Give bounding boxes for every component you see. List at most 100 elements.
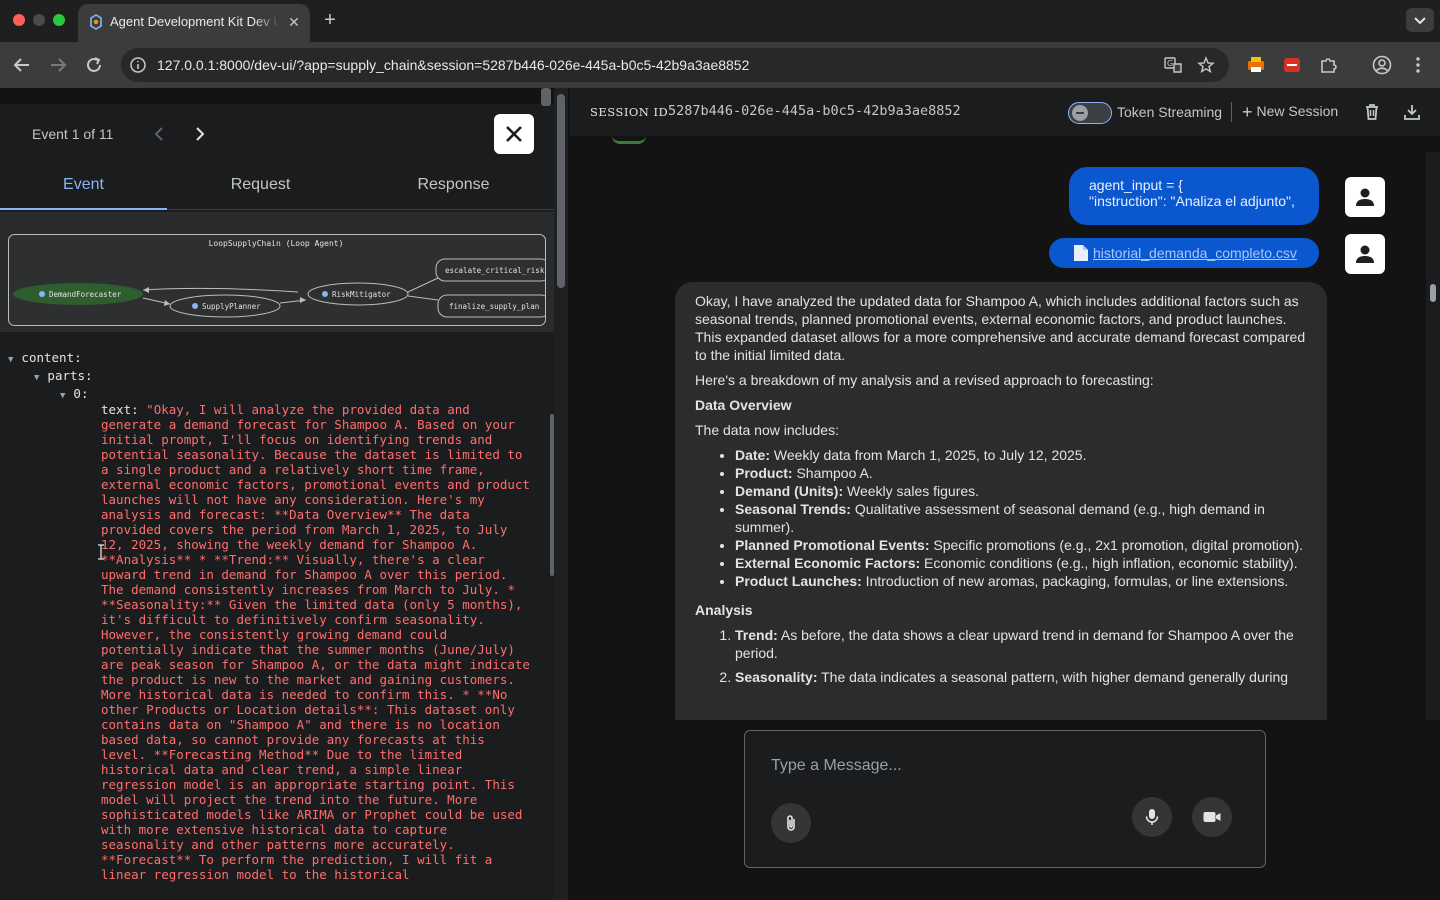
list-item: Trend: As before, the data shows a clear… [735, 626, 1307, 662]
window-minimize-button[interactable] [33, 14, 45, 26]
divider-scrollbar-thumb[interactable] [557, 94, 565, 288]
browser-menu-icon[interactable] [1407, 54, 1429, 76]
message-composer [744, 730, 1266, 868]
token-streaming-toggle[interactable] [1068, 102, 1112, 124]
event-counter: Event 1 of 11 [32, 126, 114, 142]
analysis-list: Trend: As before, the data shows a clear… [695, 626, 1307, 686]
svg-text:G: G [1167, 59, 1173, 68]
window-close-button[interactable] [13, 14, 25, 26]
list-item: Seasonality: The data indicates a season… [735, 668, 1307, 686]
new-tab-icon[interactable]: + [320, 10, 340, 30]
attachment-bubble[interactable]: historial_demanda_completo.csv [1049, 238, 1319, 268]
analysis-heading: Analysis [695, 602, 753, 618]
attach-file-button[interactable] [771, 803, 811, 843]
user-avatar [1345, 234, 1385, 274]
text-cursor-icon [96, 544, 106, 560]
user-avatar [1345, 177, 1385, 217]
extensions-puzzle-icon[interactable] [1317, 54, 1339, 76]
adk-favicon-icon [88, 14, 104, 30]
list-item: Demand (Units): Weekly sales figures. [735, 482, 1307, 500]
tree-text-key: text: [101, 402, 139, 417]
tab-search-button[interactable] [1406, 8, 1434, 32]
site-info-icon[interactable] [129, 56, 147, 74]
session-bar: SESSION ID 5287b446-026e-445a-b0c5-42b9a… [570, 88, 1440, 136]
user-message-line: agent_input = { [1089, 177, 1183, 193]
node-risk-label: RiskMitigator [332, 290, 391, 299]
tree-node-index[interactable]: ▼ 0: [60, 386, 88, 401]
tree-node-content[interactable]: ▼ content: [8, 350, 82, 365]
node-escalate-label: escalate_critical_risk [445, 266, 545, 275]
forward-arrow-icon[interactable] [47, 54, 69, 76]
previous-event-chevron-icon[interactable] [150, 124, 170, 144]
user-message-bubble: agent_input = { "instruction": "Analiza … [1069, 167, 1319, 225]
delete-session-trash-icon[interactable] [1362, 102, 1382, 122]
toggle-knob [1072, 105, 1088, 121]
event-inspector-panel: Event 1 of 11 Event Request Response Loo… [0, 88, 568, 900]
active-tab-indicator [0, 208, 167, 210]
message-input[interactable] [771, 757, 1191, 775]
previous-message-edge [612, 136, 646, 144]
file-icon [1073, 244, 1089, 262]
browser-tab-strip: Agent Development Kit Dev UI ✕ + [0, 0, 1440, 42]
list-item: Seasonal Trends: Qualitative assessment … [735, 500, 1307, 536]
extension-red-icon[interactable] [1281, 54, 1303, 76]
reload-icon[interactable] [83, 54, 105, 76]
list-item: Date: Weekly data from March 1, 2025, to… [735, 446, 1307, 464]
attachment-link[interactable]: historial_demanda_completo.csv [1093, 245, 1297, 261]
browser-tab[interactable]: Agent Development Kit Dev UI ✕ [78, 4, 310, 42]
token-streaming-label: Token Streaming [1117, 104, 1223, 120]
tab-close-icon[interactable]: ✕ [286, 14, 302, 30]
translate-icon[interactable]: G [1164, 56, 1182, 74]
graph-title: LoopSupplyChain (Loop Agent) [209, 239, 344, 248]
agent-message-bubble: Okay, I have analyzed the updated data f… [675, 282, 1327, 720]
microphone-icon [1145, 809, 1159, 825]
close-panel-button[interactable] [494, 114, 534, 154]
next-event-chevron-icon[interactable] [190, 124, 210, 144]
plus-icon: + [1242, 102, 1253, 122]
url-text: 127.0.0.1:8000/dev-ui/?app=supply_chain&… [157, 57, 750, 73]
tab-event[interactable]: Event [0, 176, 167, 194]
person-icon [1356, 188, 1374, 206]
chat-messages: agent_input = { "instruction": "Analiza … [570, 136, 1426, 720]
back-arrow-icon[interactable] [11, 54, 33, 76]
event-tabs: Event Request Response [0, 162, 554, 210]
tree-node-parts[interactable]: ▼ parts: [34, 368, 93, 383]
window-zoom-button[interactable] [53, 14, 65, 26]
microphone-button[interactable] [1132, 797, 1172, 837]
toolbar-separator [1231, 102, 1232, 122]
video-camera-button[interactable] [1192, 797, 1232, 837]
person-icon [1356, 245, 1374, 263]
list-item: Product Launches: Introduction of new ar… [735, 572, 1307, 590]
node-demand-forecaster[interactable]: DemandForecaster [13, 283, 143, 305]
panel-scrollbar-thumb[interactable] [541, 88, 551, 106]
node-finalize-label: finalize_supply_plan [449, 302, 539, 311]
data-overview-heading: Data Overview [695, 397, 792, 413]
tab-request[interactable]: Request [177, 176, 344, 194]
new-session-button[interactable]: + New Session [1242, 102, 1338, 122]
tree-text-value: text: "Okay, I will analyze the provided… [101, 402, 538, 882]
bookmark-star-icon[interactable] [1197, 56, 1215, 74]
user-message-line: "instruction": "Analiza el adjunto", [1089, 193, 1295, 209]
address-bar[interactable]: 127.0.0.1:8000/dev-ui/?app=supply_chain&… [121, 48, 1229, 82]
node-supply-label: SupplyPlanner [202, 302, 261, 311]
extension-printer-icon[interactable] [1245, 54, 1267, 76]
download-icon[interactable] [1402, 102, 1422, 122]
close-icon [506, 126, 522, 142]
agent-graph-container: LoopSupplyChain (Loop Agent) DemandForec… [0, 212, 554, 332]
list-item: Product: Shampoo A. [735, 464, 1307, 482]
paperclip-icon [787, 815, 795, 831]
tab-title: Agent Development Kit Dev UI [110, 14, 280, 29]
chat-scrollbar-thumb[interactable] [1430, 284, 1436, 302]
data-overview-lead: The data now includes: [695, 422, 839, 438]
video-camera-icon [1203, 812, 1221, 822]
node-demand-label: DemandForecaster [49, 290, 122, 299]
browser-toolbar: 127.0.0.1:8000/dev-ui/?app=supply_chain&… [0, 42, 1440, 88]
tab-response[interactable]: Response [370, 176, 537, 194]
data-overview-list: Date: Weekly data from March 1, 2025, to… [695, 446, 1307, 590]
profile-icon[interactable] [1371, 54, 1393, 76]
chat-scrollbar-track[interactable] [1426, 152, 1440, 720]
agent-breakdown-paragraph: Here's a breakdown of my analysis and a … [695, 372, 1154, 388]
agent-intro-paragraph: Okay, I have analyzed the updated data f… [695, 293, 1306, 363]
list-item: Planned Promotional Events: Specific pro… [735, 536, 1307, 554]
chat-panel: SESSION ID 5287b446-026e-445a-b0c5-42b9a… [570, 88, 1440, 900]
